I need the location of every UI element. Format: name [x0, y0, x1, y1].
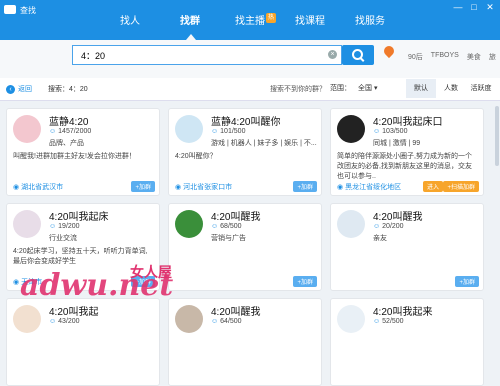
maximize-button[interactable]: □ [468, 2, 480, 13]
group-avatar[interactable] [13, 305, 41, 333]
group-name[interactable]: 蓝静4:20叫醒你 [211, 113, 280, 128]
group-location: 湖北省武汉市 [13, 182, 63, 192]
group-card[interactable]: 蓝静4:20叫醒你101/500 游戏 | 机器人 | 妹子多 | 娱乐 | 不.… [168, 108, 322, 196]
join-group-button[interactable]: +加群 [455, 276, 479, 287]
title-bar: 查找 — □ ✕ 找人 找群 找主播热 找课程 找服务 [0, 0, 500, 40]
member-count: 103/500 [373, 128, 407, 135]
group-name[interactable]: 4:20叫我起 [49, 303, 98, 318]
group-name[interactable]: 4:20叫我起床口 [373, 113, 442, 128]
scan-join-button[interactable]: +扫描加群 [443, 181, 479, 192]
arrow-left-icon: ‹ [6, 84, 15, 94]
back-label: 返回 [18, 86, 32, 93]
member-count: 20/200 [373, 223, 403, 230]
member-count: 1457/2000 [49, 128, 91, 135]
search-input[interactable] [79, 46, 323, 64]
window-title: 查找 [20, 6, 36, 15]
group-location: 黑龙江省绥化地区 [337, 182, 401, 192]
group-card[interactable]: 蓝静4:201457/2000 品牌、产品叫醒我!进群加群主好友!发会拉你进群！ 湖… [6, 108, 160, 196]
query-label: 搜索：4：20 [48, 86, 88, 93]
member-count: 68/500 [211, 223, 241, 230]
location-label: 范围： [330, 85, 351, 92]
join-group-button[interactable]: +加群 [293, 181, 317, 192]
group-name[interactable]: 4:20叫我起来 [373, 303, 432, 318]
tab-find-streamers[interactable]: 找主播热 [220, 12, 280, 40]
group-tags: 行业交流 [49, 235, 77, 242]
member-count: 64/500 [211, 318, 241, 325]
tab-find-services[interactable]: 找服务 [340, 12, 400, 40]
group-card[interactable]: 4:20叫我起床口103/500 同城 | 激情 | 99 简单的陪伴源源处小圈子,… [330, 108, 484, 196]
member-count: 52/500 [373, 318, 403, 325]
group-name[interactable]: 4:20叫醒我 [211, 208, 260, 223]
hot-tag[interactable]: 旅 [489, 52, 496, 62]
group-avatar[interactable] [175, 305, 203, 333]
watermark-logo-cn: 女人屋 [130, 264, 172, 280]
location-select[interactable]: 全国 ▾ [358, 83, 377, 93]
group-avatar[interactable] [175, 210, 203, 238]
group-card[interactable]: 4:20叫我起43/200 [6, 298, 160, 386]
main-nav: 找人 找群 找主播热 找课程 找服务 [100, 12, 400, 40]
group-name[interactable]: 4:20叫我起床 [49, 208, 108, 223]
clear-icon[interactable]: × [328, 50, 337, 59]
location-pin-icon[interactable] [381, 43, 397, 59]
group-avatar[interactable] [337, 115, 365, 143]
hot-tag[interactable]: 美食 [467, 52, 481, 62]
group-tags: 品牌、产品 [49, 140, 84, 147]
member-count: 19/200 [49, 223, 79, 230]
search-area: × 90后 TFBOYS 美食 旅 [0, 40, 500, 78]
group-avatar[interactable] [13, 210, 41, 238]
sort-members[interactable]: 人数 [436, 79, 466, 98]
sort-tabs: 默认 人数 活跃度 [406, 79, 496, 98]
group-tags: 游戏 | 机器人 | 妹子多 | 娱乐 | 不... [211, 140, 317, 147]
search-button[interactable] [342, 45, 374, 65]
hot-tags: 90后 TFBOYS 美食 旅 [408, 52, 496, 62]
search-box: × [72, 45, 342, 65]
group-avatar[interactable] [175, 115, 203, 143]
group-card[interactable]: 4:20叫醒我20/200 亲友 +加群 [330, 203, 484, 291]
join-group-button[interactable]: +加群 [131, 181, 155, 192]
tab-find-courses[interactable]: 找课程 [280, 12, 340, 40]
close-button[interactable]: ✕ [484, 2, 496, 13]
tab-label: 找主播 [235, 16, 265, 27]
tab-find-groups[interactable]: 找群 [160, 12, 220, 40]
filter-bar: ‹ 返回 搜索：4：20 搜索不到你的群？ 范围： 全国 ▾ 默认 人数 活跃度 [0, 78, 500, 101]
group-tags: 同城 | 激情 | 99 [373, 140, 421, 147]
location-value: 全国 [358, 85, 372, 92]
group-avatar[interactable] [337, 305, 365, 333]
group-card[interactable]: 4:20叫我起来52/500 [330, 298, 484, 386]
group-description: 简单的陪伴源源处小圈子,努力成为新的一个改团友的必备,找到新朋友这里的消息，交友… [337, 153, 472, 180]
group-name[interactable]: 4:20叫醒我 [211, 303, 260, 318]
window-controls: — □ ✕ [452, 2, 496, 13]
member-count: 43/200 [49, 318, 79, 325]
member-count: 101/500 [211, 128, 245, 135]
back-button[interactable]: ‹ 返回 [6, 84, 32, 94]
group-avatar[interactable] [337, 210, 365, 238]
hot-tag[interactable]: 90后 [408, 52, 423, 62]
hot-tag[interactable]: TFBOYS [431, 52, 459, 62]
not-found-hint[interactable]: 搜索不到你的群？ [270, 84, 326, 94]
group-name[interactable]: 4:20叫醒我 [373, 208, 422, 223]
scrollbar[interactable] [495, 106, 499, 166]
enter-group-button[interactable]: 进入 [422, 181, 443, 192]
group-card[interactable]: 4:20叫醒我68/500 营销与广告 +加群 [168, 203, 322, 291]
group-location: 河北省张家口市 [175, 182, 232, 192]
app-icon [4, 5, 16, 14]
tab-find-people[interactable]: 找人 [100, 12, 160, 40]
group-name[interactable]: 蓝静4:20 [49, 113, 88, 128]
join-group-button[interactable]: +加群 [293, 276, 317, 287]
sort-activity[interactable]: 活跃度 [466, 79, 496, 98]
group-card[interactable]: 4:20叫醒我64/500 [168, 298, 322, 386]
hot-badge: 热 [265, 13, 276, 23]
sort-default[interactable]: 默认 [406, 79, 436, 98]
group-tags: 亲友 [373, 235, 387, 242]
group-avatar[interactable] [13, 115, 41, 143]
group-description: 叫醒我!进群加群主好友!发会拉你进群！ [13, 153, 136, 160]
group-tags: 营销与广告 [211, 235, 246, 242]
group-description: 4:20叫醒你？ [175, 153, 217, 160]
minimize-button[interactable]: — [452, 2, 464, 13]
